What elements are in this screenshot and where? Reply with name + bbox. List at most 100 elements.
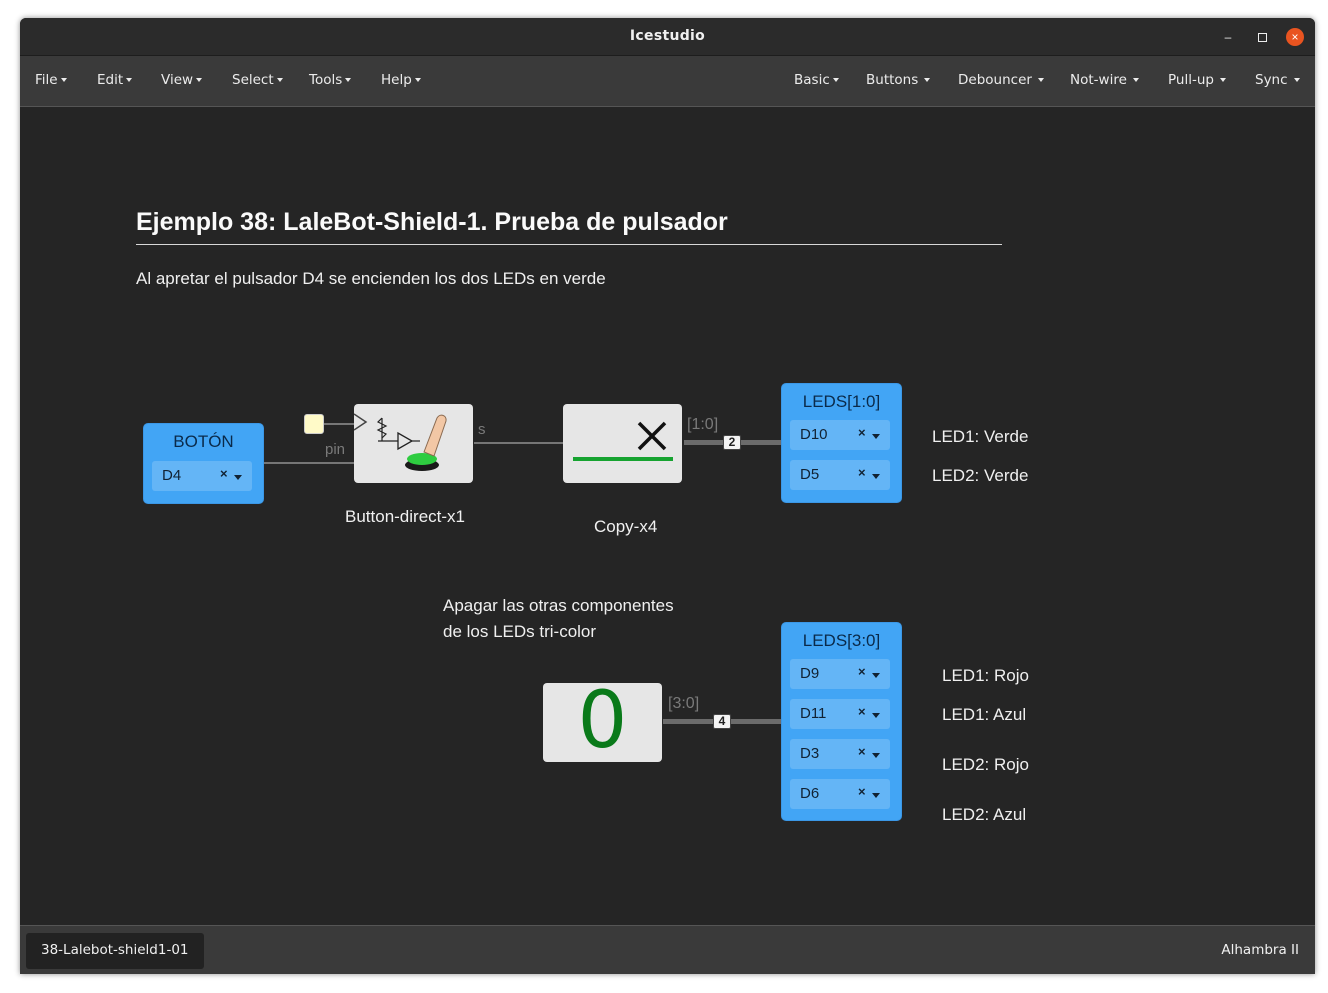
chevron-down-icon[interactable] [872, 474, 880, 479]
menu-basic-label: Basic [794, 72, 830, 88]
pin-value: D10 [800, 426, 828, 443]
menu-debouncer[interactable]: Debouncer [958, 72, 1044, 88]
pin-label-in: pin [325, 441, 346, 458]
pin-select[interactable]: D4 × [152, 461, 252, 491]
bus-size-badge: 4 [713, 714, 731, 729]
chevron-down-icon[interactable] [872, 793, 880, 798]
menu-pull-up-label: Pull-up [1168, 72, 1214, 88]
clear-icon[interactable]: × [858, 425, 866, 440]
menu-pull-up[interactable]: Pull-up [1168, 72, 1226, 88]
pin-value: D11 [800, 705, 827, 722]
led-label: LED1: Azul [942, 705, 1027, 724]
clear-icon[interactable]: × [858, 744, 866, 759]
led-label: LED2: Rojo [942, 755, 1029, 774]
led-label: LED1: Verde [932, 427, 1029, 446]
clear-icon[interactable]: × [858, 465, 866, 480]
note-text: Apagar las otras componentes de los LEDs… [443, 593, 674, 645]
pin-label-out: s [478, 421, 486, 438]
pin-value: D3 [800, 745, 820, 762]
chevron-down-icon [832, 78, 839, 82]
clear-icon[interactable]: × [858, 704, 866, 719]
block-title: LEDS[3:0] [802, 631, 881, 650]
chevron-down-icon[interactable] [872, 434, 880, 439]
block-label-copy: Copy-x4 [594, 517, 658, 536]
note-line: de los LEDs tri-color [443, 622, 597, 641]
chevron-down-icon [924, 78, 931, 82]
output-block-leds1[interactable]: LEDS[1:0] D10 × D5 × [782, 384, 901, 502]
pin-value: D9 [800, 665, 820, 682]
wire-clock [323, 423, 354, 425]
note-line: Apagar las otras componentes [443, 596, 674, 615]
menu-file[interactable]: File [35, 72, 67, 88]
menu-not-wire-label: Not-wire [1070, 72, 1127, 88]
menu-debouncer-label: Debouncer [958, 72, 1032, 88]
menu-tools[interactable]: Tools [309, 72, 352, 88]
chevron-down-icon [1219, 78, 1226, 82]
menu-tools-label: Tools [309, 72, 343, 88]
menu-sync-label: Sync [1255, 72, 1288, 88]
menu-select-label: Select [232, 72, 274, 88]
menu-not-wire[interactable]: Not-wire [1070, 72, 1139, 88]
block-title: LEDS[1:0] [802, 392, 881, 411]
chevron-down-icon [1037, 78, 1044, 82]
menu-help[interactable]: Help [381, 72, 421, 88]
clear-icon[interactable]: × [858, 784, 866, 799]
clear-icon[interactable]: × [858, 664, 866, 679]
heading-divider [136, 244, 1002, 245]
window-title: Icestudio [629, 28, 706, 44]
board-name[interactable]: Alhambra II [1221, 942, 1299, 958]
chevron-down-icon [414, 78, 421, 82]
chevron-down-icon [276, 78, 283, 82]
menu-buttons-label: Buttons [866, 72, 919, 88]
chevron-down-icon[interactable] [234, 475, 242, 480]
pin-select[interactable]: D9 × [790, 659, 890, 689]
chevron-down-icon [345, 78, 352, 82]
chevron-down-icon[interactable] [872, 673, 880, 678]
block-title: BOTÓN [173, 432, 234, 451]
menu-buttons[interactable]: Buttons [866, 72, 931, 88]
menu-help-label: Help [381, 72, 412, 88]
close-icon[interactable]: × [1286, 28, 1304, 46]
file-tab[interactable]: 38-Lalebot-shield1-01 [26, 933, 204, 969]
constant-value: 0 [577, 676, 628, 766]
bus-label-1: [1:0] [687, 416, 719, 433]
chevron-down-icon[interactable] [872, 713, 880, 718]
constant-block[interactable]: 0 [543, 676, 662, 766]
output-block-leds2[interactable]: LEDS[3:0] D9 × D11 × D3 × D6 × [782, 623, 901, 820]
pin-select[interactable]: D10 × [790, 420, 890, 450]
menu-bar: File Edit View Select Tools Help Basic B… [20, 56, 1315, 107]
menu-sync[interactable]: Sync [1255, 72, 1300, 88]
menu-edit-label: Edit [97, 72, 124, 88]
menu-basic[interactable]: Basic [794, 72, 839, 88]
pin-select[interactable]: D6 × [790, 779, 890, 809]
pin-select[interactable]: D3 × [790, 739, 890, 769]
button-direct-block[interactable] [354, 404, 473, 483]
title-bar: Icestudio – × [20, 18, 1315, 56]
clear-icon[interactable]: × [220, 466, 228, 481]
maximize-icon[interactable] [1252, 27, 1272, 47]
pin-select[interactable]: D5 × [790, 460, 890, 490]
minimize-icon[interactable]: – [1218, 27, 1238, 47]
description-text: Al apretar el pulsador D4 se encienden l… [136, 269, 606, 288]
design-canvas[interactable]: Ejemplo 38: LaleBot-Shield-1. Prueba de … [20, 107, 1315, 974]
button-icon [354, 413, 447, 471]
chevron-down-icon [1132, 78, 1139, 82]
led-label: LED1: Rojo [942, 666, 1029, 685]
menu-select[interactable]: Select [232, 72, 283, 88]
menu-edit[interactable]: Edit [97, 72, 133, 88]
copy-block[interactable] [563, 404, 682, 483]
block-label-button-direct: Button-direct-x1 [345, 507, 465, 526]
input-block-boton[interactable]: BOTÓN D4 × [144, 424, 263, 503]
menu-file-label: File [35, 72, 58, 88]
menu-view-label: View [161, 72, 194, 88]
chevron-down-icon[interactable] [872, 753, 880, 758]
wire-s[interactable] [474, 442, 564, 444]
clock-input-square [304, 414, 324, 434]
pin-value: D6 [800, 785, 820, 802]
copy-icon [573, 421, 673, 461]
pin-select[interactable]: D11 × [790, 699, 890, 729]
menu-view[interactable]: View [161, 72, 203, 88]
chevron-down-icon [126, 78, 133, 82]
chevron-down-icon [60, 78, 67, 82]
wire-pin[interactable] [264, 462, 354, 464]
